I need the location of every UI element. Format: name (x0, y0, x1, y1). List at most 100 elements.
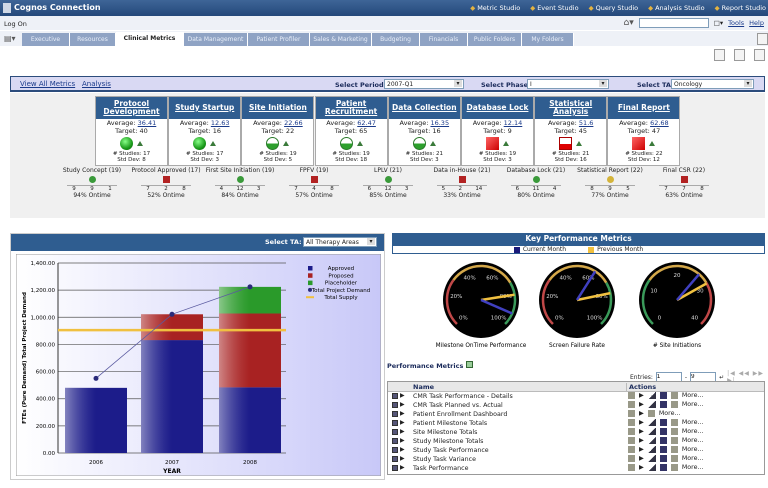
phase-select[interactable]: I (527, 79, 609, 89)
edit-in-report-studio-icon[interactable] (659, 392, 667, 399)
run-icon[interactable]: ▶ (400, 437, 405, 444)
search-input[interactable] (638, 18, 709, 28)
metric-card-title[interactable]: Study Startup (169, 97, 241, 119)
table-row[interactable]: ▶ Patient Milestone Totals ▶ More... (388, 419, 764, 428)
tools-menu[interactable]: Tools (728, 19, 744, 27)
report-name-link[interactable]: Study Task Variance (413, 456, 476, 463)
event-studio-link[interactable]: Event Studio (530, 4, 578, 12)
ta-select[interactable]: Oncology (671, 79, 754, 89)
average-link[interactable]: 51.6 (579, 119, 593, 127)
tab-budgeting[interactable]: Budgeting (372, 33, 420, 46)
open-in-query-studio-icon[interactable] (647, 446, 656, 453)
run-icon[interactable]: ▶ (400, 419, 405, 426)
more-link[interactable]: More... (682, 401, 704, 408)
edit-in-report-studio-icon[interactable] (659, 437, 667, 444)
home-icon[interactable]: ⌂▾ (624, 18, 634, 28)
view-all-metrics-link[interactable]: View All Metrics (20, 80, 75, 88)
table-row[interactable]: ▶ Task Performance ▶ More... (388, 464, 764, 473)
more-icon[interactable] (670, 428, 678, 435)
edit-in-report-studio-icon[interactable] (659, 401, 667, 408)
run-with-options-icon[interactable]: ▶ (639, 464, 644, 471)
edit-in-report-studio-icon[interactable] (659, 464, 667, 471)
more-link[interactable]: More... (682, 455, 704, 462)
expand-icon[interactable] (757, 33, 768, 45)
average-link[interactable]: 62.68 (650, 119, 669, 127)
search-options-icon[interactable]: □▾ (714, 19, 723, 27)
metric-card-title[interactable]: Protocol Development (96, 97, 167, 119)
more-icon[interactable] (647, 410, 655, 417)
tab-resources[interactable]: Resources (70, 33, 116, 46)
table-row[interactable]: ▶ Patient Enrollment Dashboard ▶ More... (388, 410, 764, 419)
tab-my-folders[interactable]: My Folders (522, 33, 574, 46)
open-in-query-studio-icon[interactable] (647, 464, 656, 471)
tab-executive[interactable]: Executive (22, 33, 70, 46)
tab-sales-marketing[interactable]: Sales & Marketing (310, 33, 372, 46)
run-with-options-icon[interactable]: ▶ (639, 428, 644, 435)
metric-card-title[interactable]: Database Lock (462, 97, 533, 119)
tab-patient-profiler[interactable]: Patient Profiler (248, 33, 310, 46)
properties-icon[interactable] (628, 437, 635, 444)
properties-icon[interactable] (628, 410, 635, 417)
more-icon[interactable] (670, 455, 678, 462)
more-link[interactable]: More... (659, 410, 681, 417)
more-icon[interactable] (670, 392, 678, 399)
table-row[interactable]: ▶ CMR Task Planned vs. Actual ▶ More... (388, 401, 764, 410)
run-icon[interactable]: ▶ (400, 446, 405, 453)
run-with-options-icon[interactable]: ▶ (639, 446, 644, 453)
report-name-link[interactable]: Study Task Performance (413, 447, 489, 454)
edit-page-icon[interactable] (734, 49, 745, 61)
properties-icon[interactable] (628, 455, 635, 462)
run-with-options-icon[interactable]: ▶ (639, 392, 644, 399)
average-link[interactable]: 12.14 (504, 119, 523, 127)
report-name-link[interactable]: Site Milestone Totals (413, 429, 477, 436)
metric-studio-link[interactable]: Metric Studio (470, 4, 520, 12)
report-name-link[interactable]: Patient Milestone Totals (413, 420, 487, 427)
page-properties-icon[interactable] (754, 49, 765, 61)
run-icon[interactable]: ▶ (400, 401, 405, 408)
more-link[interactable]: More... (682, 446, 704, 453)
table-row[interactable]: ▶ Site Milestone Totals ▶ More... (388, 428, 764, 437)
average-link[interactable]: 16.35 (430, 119, 449, 127)
open-in-query-studio-icon[interactable] (647, 401, 656, 408)
open-in-query-studio-icon[interactable] (647, 419, 656, 426)
run-icon[interactable]: ▶ (400, 464, 405, 471)
resource-ta-select[interactable]: All Therapy Areas (303, 237, 377, 247)
metric-card-title[interactable]: Statistical Analysis (535, 97, 607, 119)
more-icon[interactable] (670, 464, 678, 471)
more-link[interactable]: More... (682, 392, 704, 399)
open-in-query-studio-icon[interactable] (647, 428, 656, 435)
open-in-query-studio-icon[interactable] (647, 392, 656, 399)
edit-in-report-studio-icon[interactable] (659, 428, 667, 435)
properties-icon[interactable] (628, 392, 635, 399)
more-link[interactable]: More... (682, 437, 704, 444)
run-with-options-icon[interactable]: ▶ (639, 401, 644, 408)
more-icon[interactable] (670, 437, 678, 444)
go-icon[interactable]: ↵ (719, 374, 724, 381)
metric-card-title[interactable]: Final Report (608, 97, 680, 119)
run-with-options-icon[interactable]: ▶ (639, 455, 644, 462)
report-name-link[interactable]: CMR Task Performance - Details (413, 393, 513, 400)
more-icon[interactable] (670, 419, 678, 426)
open-in-query-studio-icon[interactable] (647, 455, 656, 462)
average-link[interactable]: 62.47 (357, 119, 376, 127)
average-link[interactable]: 22.66 (284, 119, 303, 127)
report-name-link[interactable]: CMR Task Planned vs. Actual (413, 402, 503, 409)
report-name-link[interactable]: Study Milestone Totals (413, 438, 483, 445)
report-name-link[interactable]: Patient Enrollment Dashboard (413, 411, 507, 418)
query-studio-link[interactable]: Query Studio (589, 4, 639, 12)
expand-icon[interactable] (465, 361, 473, 368)
properties-icon[interactable] (628, 464, 635, 471)
more-link[interactable]: More... (682, 428, 704, 435)
edit-in-report-studio-icon[interactable] (659, 455, 667, 462)
open-in-query-studio-icon[interactable] (647, 437, 656, 444)
metric-card-title[interactable]: Patient Recruitment (315, 97, 387, 119)
table-row[interactable]: ▶ Study Task Performance ▶ More... (388, 446, 764, 455)
help-menu[interactable]: Help (749, 19, 764, 27)
report-studio-link[interactable]: Report Studio (715, 4, 766, 12)
tab-data-management[interactable]: Data Management (184, 33, 248, 46)
metric-card-title[interactable]: Data Collection (388, 97, 460, 119)
run-icon[interactable]: ▶ (400, 428, 405, 435)
tab-financials[interactable]: Financials (420, 33, 468, 46)
run-with-options-icon[interactable]: ▶ (639, 419, 644, 426)
tab-public-folders[interactable]: Public Folders (468, 33, 522, 46)
